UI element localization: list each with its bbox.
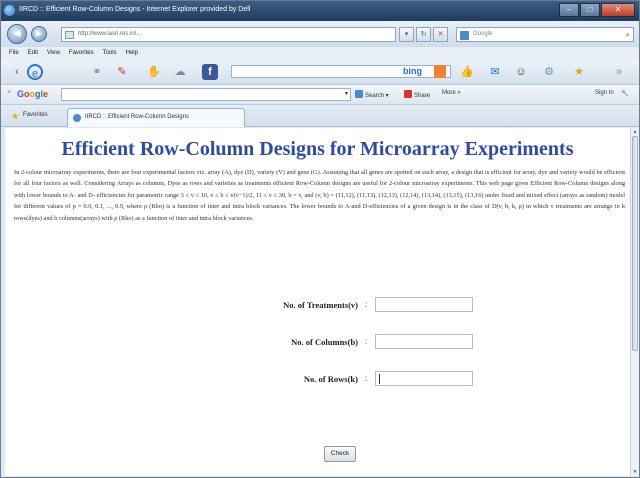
close-button[interactable]: ✕ (601, 3, 635, 17)
google-share-button[interactable]: Share (404, 90, 430, 99)
hand-icon[interactable]: ✋ (146, 64, 162, 80)
tab-title: IIRCD :: Efficient Row-Column Designs (85, 114, 189, 120)
forward-button[interactable]: ▶ (31, 26, 47, 42)
page-icon (65, 31, 74, 39)
rows-row: No. of Rows(k) : (5, 371, 630, 389)
cloud-icon[interactable]: ☁ (172, 64, 188, 80)
title-bar: IIRCD :: Efficient Row-Column Designs - … (1, 1, 639, 21)
scroll-down-icon[interactable]: ▼ (632, 469, 638, 475)
scrollbar-thumb[interactable] (632, 136, 638, 351)
settings-icon[interactable]: ⚙ (541, 64, 557, 80)
toolbar-arrow-icon[interactable]: ‹ (9, 64, 25, 80)
treatments-input[interactable] (375, 297, 473, 312)
treatments-label: No. of Treatments(v) (283, 300, 358, 310)
rows-label: No. of Rows(k) (303, 374, 358, 384)
window-title: IIRCD :: Efficient Row-Column Designs - … (19, 6, 251, 13)
google-search-button[interactable]: Search ▾ (355, 90, 389, 99)
rows-input[interactable] (375, 371, 473, 386)
facebook-icon[interactable]: f (202, 64, 218, 80)
tag-icon[interactable]: ✎ (114, 64, 130, 80)
back-button[interactable]: ◀ (7, 24, 27, 44)
wrench-icon[interactable]: 🔧 (621, 90, 628, 97)
magnifier-icon[interactable]: ⌕ (626, 30, 630, 40)
bing-logo: bing (403, 66, 422, 76)
google-search-icon (460, 31, 469, 40)
menu-bar: File Edit View Favorites Tools Help (1, 47, 639, 59)
mail-icon[interactable]: ✉ (487, 64, 503, 80)
google-logo: Google (17, 89, 49, 99)
columns-colon: : (365, 337, 368, 346)
menu-tools[interactable]: Tools (103, 47, 117, 59)
star-icon[interactable]: ★ (571, 64, 587, 80)
favorites-star-icon[interactable]: ★ (11, 111, 19, 122)
favorites-bar: ★ Favorites IIRCD :: Efficient Row-Colum… (1, 105, 639, 127)
tab-active[interactable]: IIRCD :: Efficient Row-Column Designs (67, 108, 245, 127)
columns-input[interactable] (375, 334, 473, 349)
browser-window: IIRCD :: Efficient Row-Column Designs - … (0, 0, 640, 478)
menu-view[interactable]: View (47, 47, 60, 59)
search-placeholder: Google (473, 31, 493, 37)
menu-help[interactable]: Help (126, 47, 138, 59)
intro-paragraph: In 2-colour microarray experiments, ther… (14, 169, 625, 222)
columns-label: No. of Columns(b) (291, 337, 358, 347)
tab-page-icon (73, 114, 81, 122)
rows-colon: : (365, 374, 368, 383)
compatibility-icon[interactable]: ▾ (399, 27, 414, 42)
address-input[interactable]: http://www.iasri.res.in/... (61, 27, 396, 42)
ie-home-icon[interactable]: e (27, 64, 43, 80)
google-more-button[interactable]: More » (442, 90, 461, 96)
bing-button-icon[interactable] (434, 65, 446, 78)
check-button[interactable]: Check (324, 446, 356, 462)
favorites-button[interactable]: Favorites (23, 112, 48, 118)
google-dropdown-icon[interactable]: ▾ (345, 90, 348, 97)
close-toolbar-icon[interactable]: × (7, 89, 11, 96)
google-search-input[interactable] (61, 88, 351, 101)
address-buttons: ▾ ↻ ✕ (399, 27, 448, 42)
address-url: http://www.iasri.res.in/... (78, 31, 142, 37)
google-toolbar: × Google ▾ Search ▾ Share More » Sign In… (1, 85, 639, 105)
window-controls: – □ ✕ (559, 3, 635, 17)
menu-file[interactable]: File (9, 47, 19, 59)
toolbar: ‹ e ⚭ ✎ ✋ ☁ f bing 👍 ✉ ☺ ⚙ ★ » (1, 59, 639, 85)
thumb-icon[interactable]: 👍 (459, 64, 475, 80)
stop-icon[interactable]: ✕ (433, 27, 448, 42)
search-input[interactable]: Google ⌕ (456, 27, 634, 42)
menu-edit[interactable]: Edit (28, 47, 38, 59)
columns-row: No. of Columns(b) : (5, 334, 630, 352)
text-caret (379, 374, 380, 384)
ie-logo-icon (4, 5, 15, 16)
link-icon[interactable]: ⚭ (89, 64, 105, 80)
overflow-icon[interactable]: » (611, 64, 627, 80)
page-content: Efficient Row-Column Designs for Microar… (5, 128, 630, 476)
page-title: Efficient Row-Column Designs for Microar… (61, 138, 574, 160)
treatments-row: No. of Treatments(v) : (5, 297, 630, 315)
treatments-colon: : (365, 300, 368, 309)
google-signin-link[interactable]: Sign In (595, 90, 614, 96)
maximize-button[interactable]: □ (580, 3, 600, 17)
minimize-button[interactable]: – (559, 3, 579, 17)
address-bar-row: ◀ ▶ http://www.iasri.res.in/... ▾ ↻ ✕ Go… (1, 21, 639, 47)
menu-favorites[interactable]: Favorites (69, 47, 94, 59)
refresh-icon[interactable]: ↻ (416, 27, 431, 42)
smile-icon[interactable]: ☺ (513, 64, 529, 80)
vertical-scrollbar[interactable]: ▲ ▼ (630, 128, 639, 476)
scroll-up-icon[interactable]: ▲ (632, 129, 638, 135)
